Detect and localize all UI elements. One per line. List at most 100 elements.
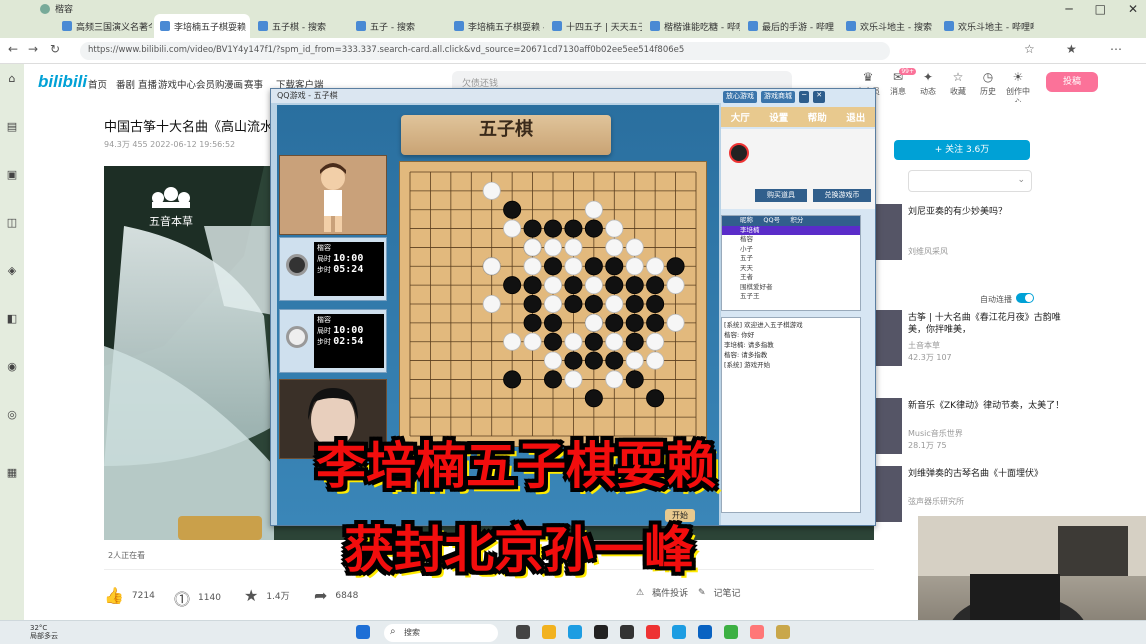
user-row[interactable]: 小子: [722, 245, 860, 255]
minimize-icon[interactable]: ─: [799, 91, 810, 103]
more-icon[interactable]: ⋯: [1110, 42, 1122, 56]
browser-tab[interactable]: 五子棋 - 搜索: [252, 14, 348, 38]
weather-widget[interactable]: 32°C 局部多云: [30, 624, 58, 640]
task-view-icon[interactable]: [516, 625, 530, 639]
nav-link[interactable]: 赛事: [244, 77, 263, 91]
white-stone: [605, 370, 624, 389]
app-icon[interactable]: [594, 625, 608, 639]
taskbar-search[interactable]: ⌕ 搜索: [384, 624, 498, 642]
menu-lobby[interactable]: 大厅: [731, 110, 750, 124]
user-row[interactable]: 李培楠: [722, 225, 860, 235]
autoplay-toggle[interactable]: [1016, 293, 1034, 303]
windows-start-icon[interactable]: [356, 625, 370, 639]
browser-tab[interactable]: 欢乐斗地主 - 搜索: [840, 14, 936, 38]
nav-link[interactable]: 漫画: [224, 77, 243, 91]
browser-tab[interactable]: 高频三国演义名著今日: [56, 14, 152, 38]
buy-items-button[interactable]: 购买道具: [755, 189, 807, 202]
sidebar-icon[interactable]: ◈: [4, 264, 20, 280]
tab-label: 欢乐斗地主 - 搜索: [860, 22, 932, 33]
upload-button[interactable]: 投稿: [1046, 72, 1098, 92]
favorite-button[interactable]: ★ 1.4万: [244, 586, 290, 605]
home-icon[interactable]: ⌂: [4, 72, 20, 88]
chat-line: 楷容: 请多指教: [724, 351, 768, 359]
nav-link[interactable]: 番剧: [116, 77, 135, 91]
game-banner-text: 五子棋: [479, 119, 533, 140]
gomoku-board[interactable]: [399, 161, 726, 447]
user-row[interactable]: 楷容: [722, 235, 860, 245]
game-side-panel: 放心游戏 游戏商城 ─ ✕ 大厅 设置 帮助 退出 购买道具 兑换游戏币 昵称 …: [721, 89, 875, 525]
sidebar-icon[interactable]: ▣: [4, 168, 20, 184]
video-thumbnail: [874, 204, 902, 260]
app-icon[interactable]: [698, 625, 712, 639]
browser-tab[interactable]: 李培楠五子棋耍赖: [154, 14, 250, 38]
forward-icon[interactable]: →: [28, 42, 38, 56]
favorites-icon[interactable]: ★: [1066, 42, 1077, 56]
app-icon[interactable]: [620, 625, 634, 639]
report-button[interactable]: ⚠ 稿件投诉: [636, 586, 688, 600]
sidebar-icon[interactable]: ◎: [4, 408, 20, 424]
sidebar-icon[interactable]: ◫: [4, 216, 20, 232]
menu-settings[interactable]: 设置: [769, 110, 788, 124]
game-timer: 10:00: [333, 253, 364, 264]
black-stone: [646, 389, 665, 408]
follow-button[interactable]: + 关注 3.6万: [894, 140, 1030, 160]
menu-exit[interactable]: 退出: [846, 110, 865, 124]
exchange-coins-button[interactable]: 兑换游戏币: [813, 189, 871, 202]
tab-label: 楷楷谁能吃糖 - 哔哩哔哩: [664, 22, 740, 33]
url-input[interactable]: https://www.bilibili.com/video/BV1Y4y147…: [80, 42, 890, 60]
app-icon[interactable]: [672, 625, 686, 639]
header-message-button[interactable]: ✉ 消息 99+: [884, 68, 916, 97]
user-row[interactable]: 五子王: [722, 292, 860, 302]
nav-link[interactable]: 直播: [138, 77, 157, 91]
app-icon[interactable]: [724, 625, 738, 639]
browser-tab[interactable]: 欢乐斗地主 - 哔哩哔哩: [938, 14, 1034, 38]
sidebar-icon[interactable]: ▦: [4, 466, 20, 482]
app-icon[interactable]: [776, 625, 790, 639]
sidebar-icon[interactable]: ◉: [4, 360, 20, 376]
nav-link[interactable]: 游戏中心: [158, 77, 196, 91]
nav-link[interactable]: 会员购: [196, 77, 225, 91]
bilibili-logo[interactable]: bilibili: [38, 72, 87, 92]
menu-help[interactable]: 帮助: [808, 110, 827, 124]
toolbar-button[interactable]: 放心游戏: [723, 91, 757, 103]
header-history-button[interactable]: ◷ 历史: [974, 70, 1002, 97]
chat-line: [系统] 游戏开始: [724, 361, 771, 369]
refresh-icon[interactable]: ↻: [50, 42, 60, 56]
nav-link[interactable]: 首页: [88, 77, 107, 91]
note-button[interactable]: ✎ 记笔记: [698, 586, 741, 600]
file-explorer-icon[interactable]: [542, 625, 556, 639]
toolbar-button[interactable]: 游戏商城: [761, 91, 795, 103]
recommended-video[interactable]: 古筝 | 十大名曲《春江花月夜》古韵唯美，你拌唯美， 土音本草 42.3万 107: [874, 310, 1114, 370]
black-stone: [625, 313, 644, 332]
tab-favicon-icon: [846, 21, 856, 31]
user-row[interactable]: 王者: [722, 273, 860, 283]
coin-button[interactable]: ⓵ 1140: [174, 586, 221, 610]
recommended-video[interactable]: 刘尼亚奏的有少妙美吗？ 刘维风采风: [874, 204, 1114, 264]
star-icon[interactable]: ☆: [1024, 42, 1035, 56]
browser-tab[interactable]: 五子 - 搜索: [350, 14, 446, 38]
close-icon[interactable]: ✕: [1128, 2, 1138, 16]
user-row[interactable]: 天天: [722, 264, 860, 274]
header-dynamic-button[interactable]: ✦ 动态: [914, 70, 942, 97]
share-button[interactable]: ➦ 6848: [314, 586, 358, 605]
maximize-icon[interactable]: □: [1095, 2, 1106, 16]
app-icon[interactable]: [750, 625, 764, 639]
browser-tab[interactable]: 最后的手游 - 哔哩: [742, 14, 838, 38]
browser-tab[interactable]: 李培楠五子棋耍赖 - 哔哩哔哩: [448, 14, 544, 38]
recommended-video[interactable]: 新音乐《ZK律动》律动节奏，太美了！ Music音乐世界 28.1万 75: [874, 398, 1114, 458]
user-row[interactable]: 围棋爱好者: [722, 283, 860, 293]
chat-line: [系统] 欢迎进入五子棋游戏: [724, 321, 803, 329]
back-icon[interactable]: ←: [8, 42, 18, 56]
edge-icon[interactable]: [568, 625, 582, 639]
like-button[interactable]: 👍 7214: [104, 586, 155, 605]
sidebar-icon[interactable]: ◧: [4, 312, 20, 328]
user-row[interactable]: 五子: [722, 254, 860, 264]
sidebar-icon[interactable]: ▤: [4, 120, 20, 136]
app-icon[interactable]: [646, 625, 660, 639]
collection-dropdown[interactable]: ⌄: [908, 170, 1032, 192]
close-icon[interactable]: ✕: [813, 91, 826, 103]
minimize-icon[interactable]: ─: [1065, 2, 1072, 16]
browser-tab[interactable]: 楷楷谁能吃糖 - 哔哩哔哩: [644, 14, 740, 38]
header-favorite-button[interactable]: ☆ 收藏: [944, 70, 972, 97]
browser-tab[interactable]: 十四五子 | 天天五子: [546, 14, 642, 38]
